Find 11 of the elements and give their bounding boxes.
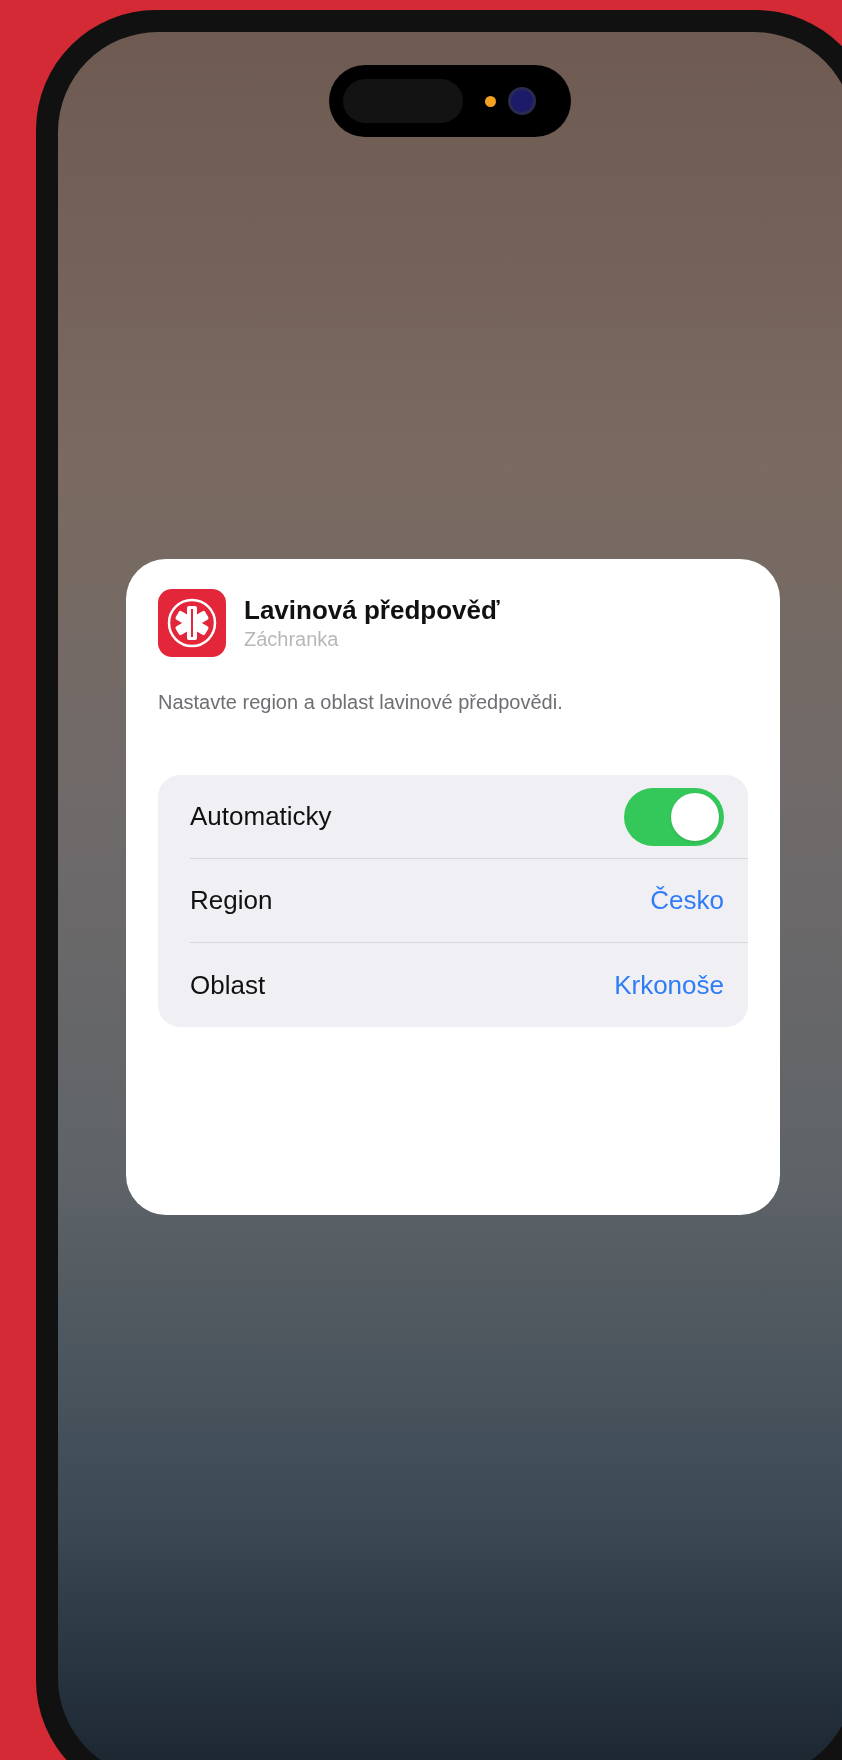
- widget-subtitle: Záchranka: [244, 626, 340, 652]
- setting-label: Automaticky: [190, 800, 332, 833]
- camera-lens-icon: [508, 87, 536, 115]
- app-icon: [158, 589, 226, 657]
- widget-title: Lavinová předpověď: [244, 594, 500, 627]
- setting-label: Oblast: [190, 968, 266, 1002]
- setting-label: Region: [190, 884, 273, 917]
- value-link[interactable]: Česko: [650, 881, 724, 920]
- value-link[interactable]: Krkonoše: [614, 965, 724, 1005]
- toggle-switch[interactable]: [624, 787, 724, 846]
- description-text: Nastavte region a oblast lavinové předpovědi.: [158, 690, 564, 715]
